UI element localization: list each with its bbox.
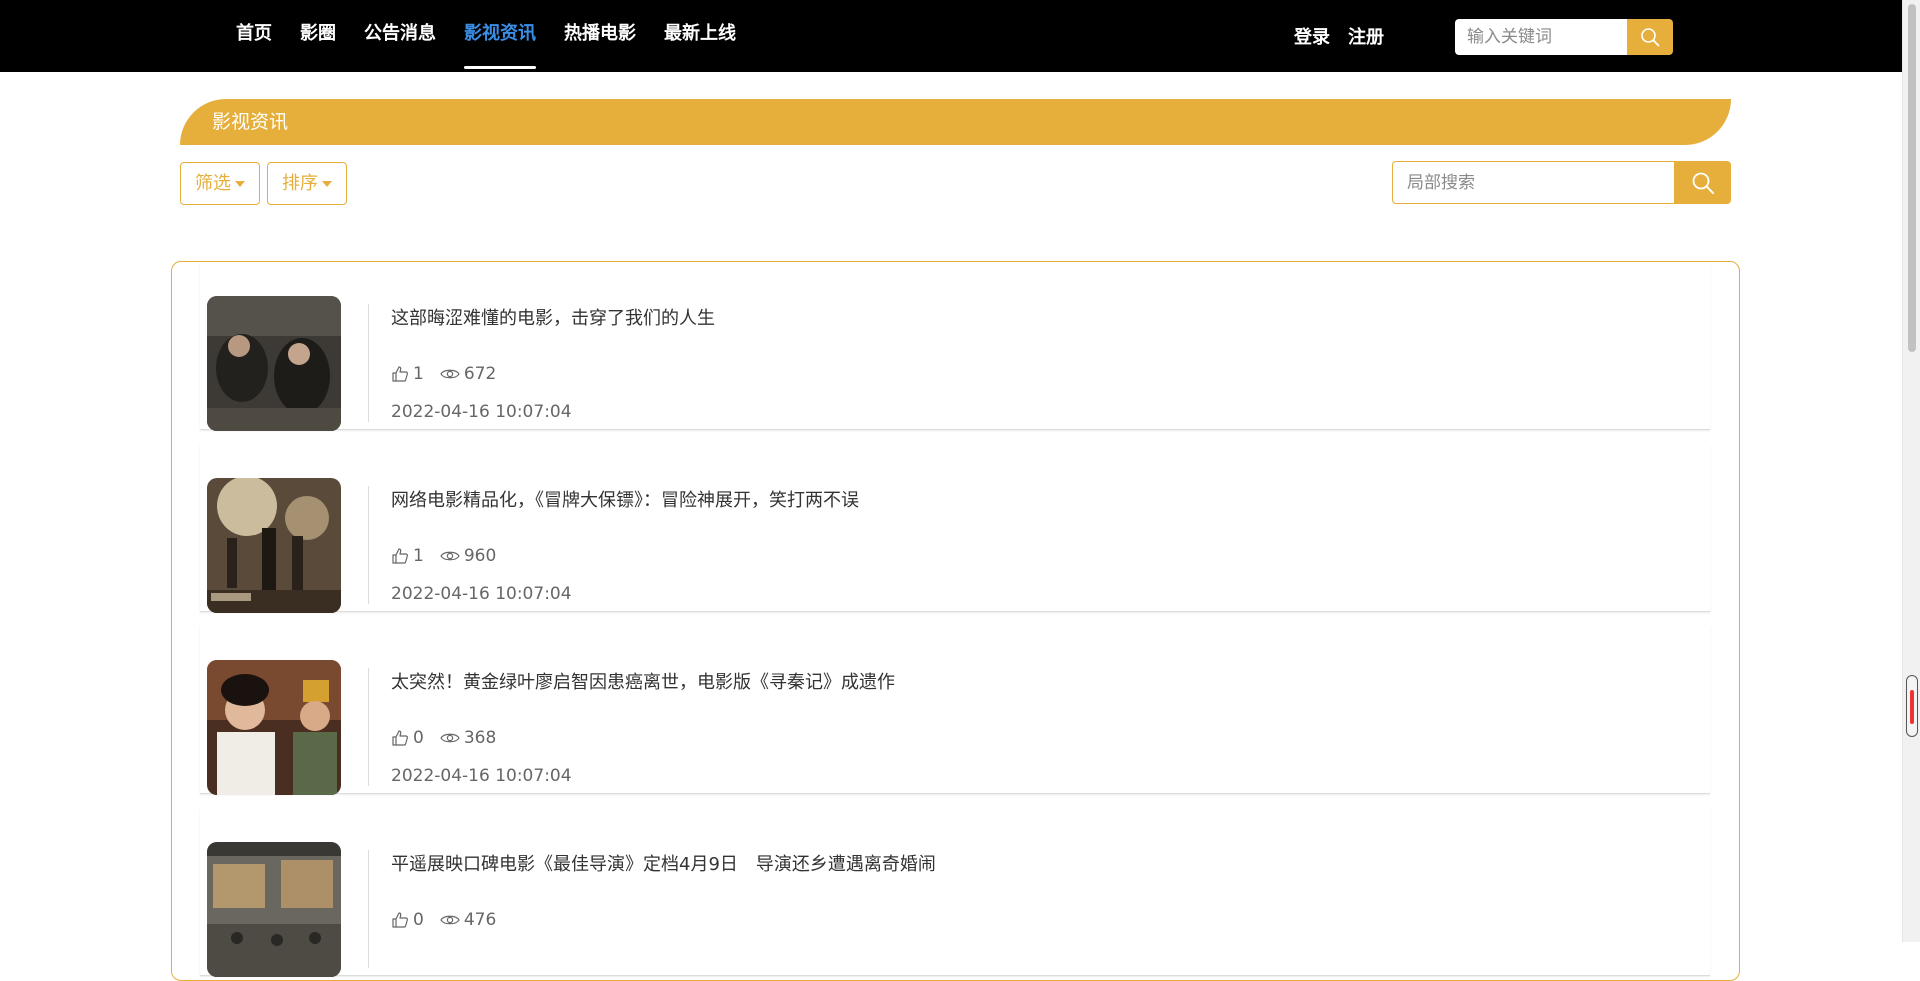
- view-count: 672: [463, 364, 497, 384]
- eye-icon: [440, 367, 460, 381]
- list-item[interactable]: 平遥展映口碑电影《最佳导演》定档4月9日 导演还乡遭遇离奇婚闹 0 476: [200, 808, 1710, 977]
- thumbs-up-icon[interactable]: [391, 547, 409, 565]
- caret-down-icon: [322, 181, 332, 187]
- nav-item-announcements[interactable]: 公告消息: [364, 0, 436, 72]
- nav-item-new-releases[interactable]: 最新上线: [664, 0, 736, 72]
- section-title-banner: 影视资讯: [180, 99, 1731, 145]
- nav-item-home[interactable]: 首页: [236, 0, 272, 72]
- article-date: 2022-04-16 10:07:04: [391, 584, 572, 604]
- article-stats: 1 960: [391, 546, 512, 566]
- article-title[interactable]: 这部晦涩难懂的电影，击穿了我们的人生: [391, 304, 715, 330]
- page-scrollbar[interactable]: [1902, 0, 1920, 942]
- article-thumbnail[interactable]: [207, 478, 341, 613]
- nav-item-film-news[interactable]: 影视资讯: [464, 0, 536, 72]
- nav-item-circle[interactable]: 影圈: [300, 0, 336, 72]
- article-stats: 0 476: [391, 910, 512, 930]
- eye-icon: [440, 913, 460, 927]
- filter-dropdown[interactable]: 筛选: [180, 162, 260, 205]
- view-count: 368: [463, 728, 497, 748]
- like-count: 0: [413, 910, 424, 930]
- divider: [368, 486, 369, 604]
- top-search: [1455, 19, 1673, 55]
- local-search-button[interactable]: [1674, 161, 1731, 204]
- divider: [368, 304, 369, 422]
- register-link[interactable]: 注册: [1348, 23, 1384, 49]
- divider: [368, 850, 369, 968]
- auth-links: 登录 注册: [1294, 0, 1402, 72]
- caret-down-icon: [235, 181, 245, 187]
- eye-icon: [440, 731, 460, 745]
- nav-item-hot-movies[interactable]: 热播电影: [564, 0, 636, 72]
- article-title[interactable]: 平遥展映口碑电影《最佳导演》定档4月9日 导演还乡遭遇离奇婚闹: [391, 850, 936, 876]
- article-date: 2022-04-16 10:07:04: [391, 402, 572, 422]
- thumbs-up-icon[interactable]: [391, 365, 409, 383]
- list-item[interactable]: 这部晦涩难懂的电影，击穿了我们的人生 1 672 2022-04-16 10:0…: [200, 262, 1710, 431]
- sort-dropdown[interactable]: 排序: [267, 162, 347, 205]
- main-nav: 首页 影圈 公告消息 影视资讯 热播电影 最新上线: [236, 0, 764, 72]
- article-thumbnail[interactable]: [207, 296, 341, 431]
- article-title[interactable]: 网络电影精品化，《冒牌大保镖》：冒险神展开，笑打两不误: [391, 486, 859, 512]
- search-icon: [1641, 28, 1660, 47]
- article-date: 2022-04-16 10:07:04: [391, 766, 572, 786]
- divider: [368, 668, 369, 786]
- top-search-button[interactable]: [1627, 19, 1673, 55]
- top-navbar: 首页 影圈 公告消息 影视资讯 热播电影 最新上线 登录 注册: [0, 0, 1902, 72]
- article-stats: 0 368: [391, 728, 512, 748]
- article-thumbnail[interactable]: [207, 660, 341, 795]
- local-search: [1392, 161, 1731, 204]
- local-search-input[interactable]: [1392, 161, 1674, 204]
- eye-icon: [440, 549, 460, 563]
- thumbs-up-icon[interactable]: [391, 911, 409, 929]
- article-thumbnail[interactable]: [207, 842, 341, 977]
- login-link[interactable]: 登录: [1294, 23, 1330, 49]
- article-stats: 1 672: [391, 364, 512, 384]
- scrollbar-thumb[interactable]: [1908, 4, 1916, 352]
- list-item[interactable]: 网络电影精品化，《冒牌大保镖》：冒险神展开，笑打两不误 1 960 2022-0…: [200, 444, 1710, 613]
- like-count: 1: [413, 364, 424, 384]
- like-count: 1: [413, 546, 424, 566]
- search-icon: [1692, 172, 1714, 194]
- view-count: 476: [463, 910, 497, 930]
- sort-label: 排序: [282, 173, 318, 194]
- article-title[interactable]: 太突然！黄金绿叶廖启智因患癌离世，电影版《寻秦记》成遗作: [391, 668, 895, 694]
- scroll-indicator: [1906, 675, 1918, 737]
- view-count: 960: [463, 546, 497, 566]
- article-list: 这部晦涩难懂的电影，击穿了我们的人生 1 672 2022-04-16 10:0…: [171, 261, 1740, 981]
- section-title: 影视资讯: [212, 111, 289, 133]
- like-count: 0: [413, 728, 424, 748]
- top-search-input[interactable]: [1455, 19, 1627, 55]
- list-item[interactable]: 太突然！黄金绿叶廖启智因患癌离世，电影版《寻秦记》成遗作 0 368 2022-…: [200, 626, 1710, 795]
- thumbs-up-icon[interactable]: [391, 729, 409, 747]
- filter-label: 筛选: [195, 173, 231, 194]
